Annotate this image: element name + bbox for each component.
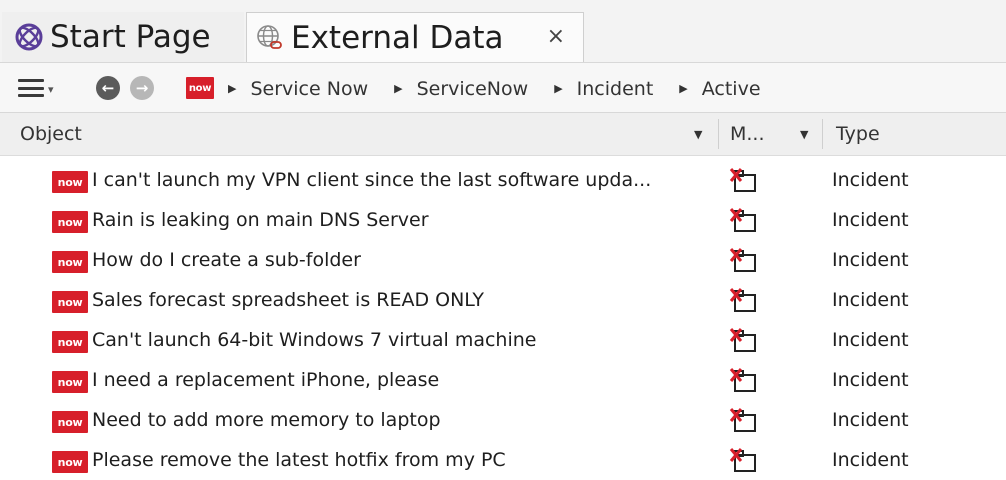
row-type: Incident	[832, 209, 909, 231]
object-filter-dropdown-icon[interactable]: ▼	[694, 113, 702, 155]
tab-start-page[interactable]: Start Page	[2, 12, 244, 62]
table-row[interactable]: now How do I create a sub-folder Inciden…	[0, 240, 1006, 280]
breadcrumb-item-incident[interactable]: Incident	[577, 78, 654, 100]
not-in-model-package-icon	[729, 208, 756, 232]
tab-strip: Start Page External Data ×	[0, 0, 1006, 62]
tab-start-page-label: Start Page	[50, 19, 211, 55]
servicenow-badge-icon: now	[52, 211, 88, 233]
row-title: Can't launch 64-bit Windows 7 virtual ma…	[92, 329, 537, 351]
table-row[interactable]: now I can't launch my VPN client since t…	[0, 160, 1006, 200]
close-tab-icon[interactable]: ×	[547, 26, 565, 48]
breadcrumb-separator-icon: ▶	[554, 82, 563, 95]
start-page-icon	[15, 23, 43, 51]
not-in-model-package-icon	[729, 288, 756, 312]
column-header-type[interactable]: Type	[836, 113, 880, 155]
row-type: Incident	[832, 449, 909, 471]
row-title: Need to add more memory to laptop	[92, 409, 441, 431]
table-row[interactable]: now Please remove the latest hotfix from…	[0, 440, 1006, 480]
servicenow-badge-icon: now	[52, 251, 88, 273]
row-type: Incident	[832, 329, 909, 351]
not-in-model-package-icon	[729, 448, 756, 472]
servicenow-badge-icon: now	[52, 171, 88, 193]
forward-arrow-icon[interactable]: →	[130, 76, 154, 100]
breadcrumb-separator-icon: ▶	[228, 82, 237, 95]
servicenow-badge-icon: now	[52, 371, 88, 393]
tab-external-data-label: External Data	[291, 19, 504, 56]
table-row[interactable]: now Need to add more memory to laptop In…	[0, 400, 1006, 440]
breadcrumb-item-service-now[interactable]: Service Now	[250, 78, 368, 100]
servicenow-badge-icon: now	[52, 451, 88, 473]
servicenow-badge-icon: now	[52, 291, 88, 313]
row-title: Rain is leaking on main DNS Server	[92, 209, 429, 231]
table-row[interactable]: now Sales forecast spreadsheet is READ O…	[0, 280, 1006, 320]
column-header-object[interactable]: Object	[20, 113, 82, 155]
servicenow-badge-icon: now	[52, 411, 88, 433]
servicenow-badge-icon: now	[52, 331, 88, 353]
row-type: Incident	[832, 289, 909, 311]
row-type: Incident	[832, 409, 909, 431]
column-header-row: Object ▼ M... ▼ Type	[0, 113, 1006, 156]
column-header-modified[interactable]: M...	[730, 113, 765, 155]
breadcrumb-separator-icon: ▶	[679, 82, 688, 95]
not-in-model-package-icon	[729, 328, 756, 352]
tab-external-data[interactable]: External Data ×	[246, 12, 584, 62]
table-row[interactable]: now I need a replacement iPhone, please …	[0, 360, 1006, 400]
toolbar: ▾ ← → now ▶ Service Now ▶ ServiceNow ▶ I…	[0, 62, 1006, 113]
row-type: Incident	[832, 369, 909, 391]
not-in-model-package-icon	[729, 368, 756, 392]
row-title: How do I create a sub-folder	[92, 249, 361, 271]
column-divider[interactable]	[718, 119, 719, 149]
row-type: Incident	[832, 169, 909, 191]
table-row[interactable]: now Can't launch 64-bit Windows 7 virtua…	[0, 320, 1006, 360]
hamburger-menu-icon[interactable]	[18, 79, 44, 97]
row-title: Please remove the latest hotfix from my …	[92, 449, 506, 471]
row-type: Incident	[832, 249, 909, 271]
row-title: Sales forecast spreadsheet is READ ONLY	[92, 289, 484, 311]
breadcrumb: ▶ Service Now ▶ ServiceNow ▶ Incident ▶ …	[224, 63, 783, 114]
breadcrumb-separator-icon: ▶	[394, 82, 403, 95]
breadcrumb-item-active[interactable]: Active	[702, 78, 761, 100]
provider-now-badge: now	[186, 77, 214, 99]
back-arrow-icon[interactable]: ←	[96, 76, 120, 100]
modified-filter-dropdown-icon[interactable]: ▼	[800, 113, 808, 155]
not-in-model-package-icon	[729, 248, 756, 272]
menu-dropdown-caret-icon[interactable]: ▾	[48, 83, 54, 96]
not-in-model-package-icon	[729, 168, 756, 192]
table-row[interactable]: now Rain is leaking on main DNS Server I…	[0, 200, 1006, 240]
row-title: I can't launch my VPN client since the l…	[92, 169, 652, 191]
column-divider[interactable]	[822, 119, 823, 149]
row-title: I need a replacement iPhone, please	[92, 369, 440, 391]
external-data-icon	[257, 24, 282, 49]
not-in-model-package-icon	[729, 408, 756, 432]
incident-list: now I can't launch my VPN client since t…	[0, 160, 1006, 480]
breadcrumb-item-servicenow[interactable]: ServiceNow	[417, 78, 529, 100]
